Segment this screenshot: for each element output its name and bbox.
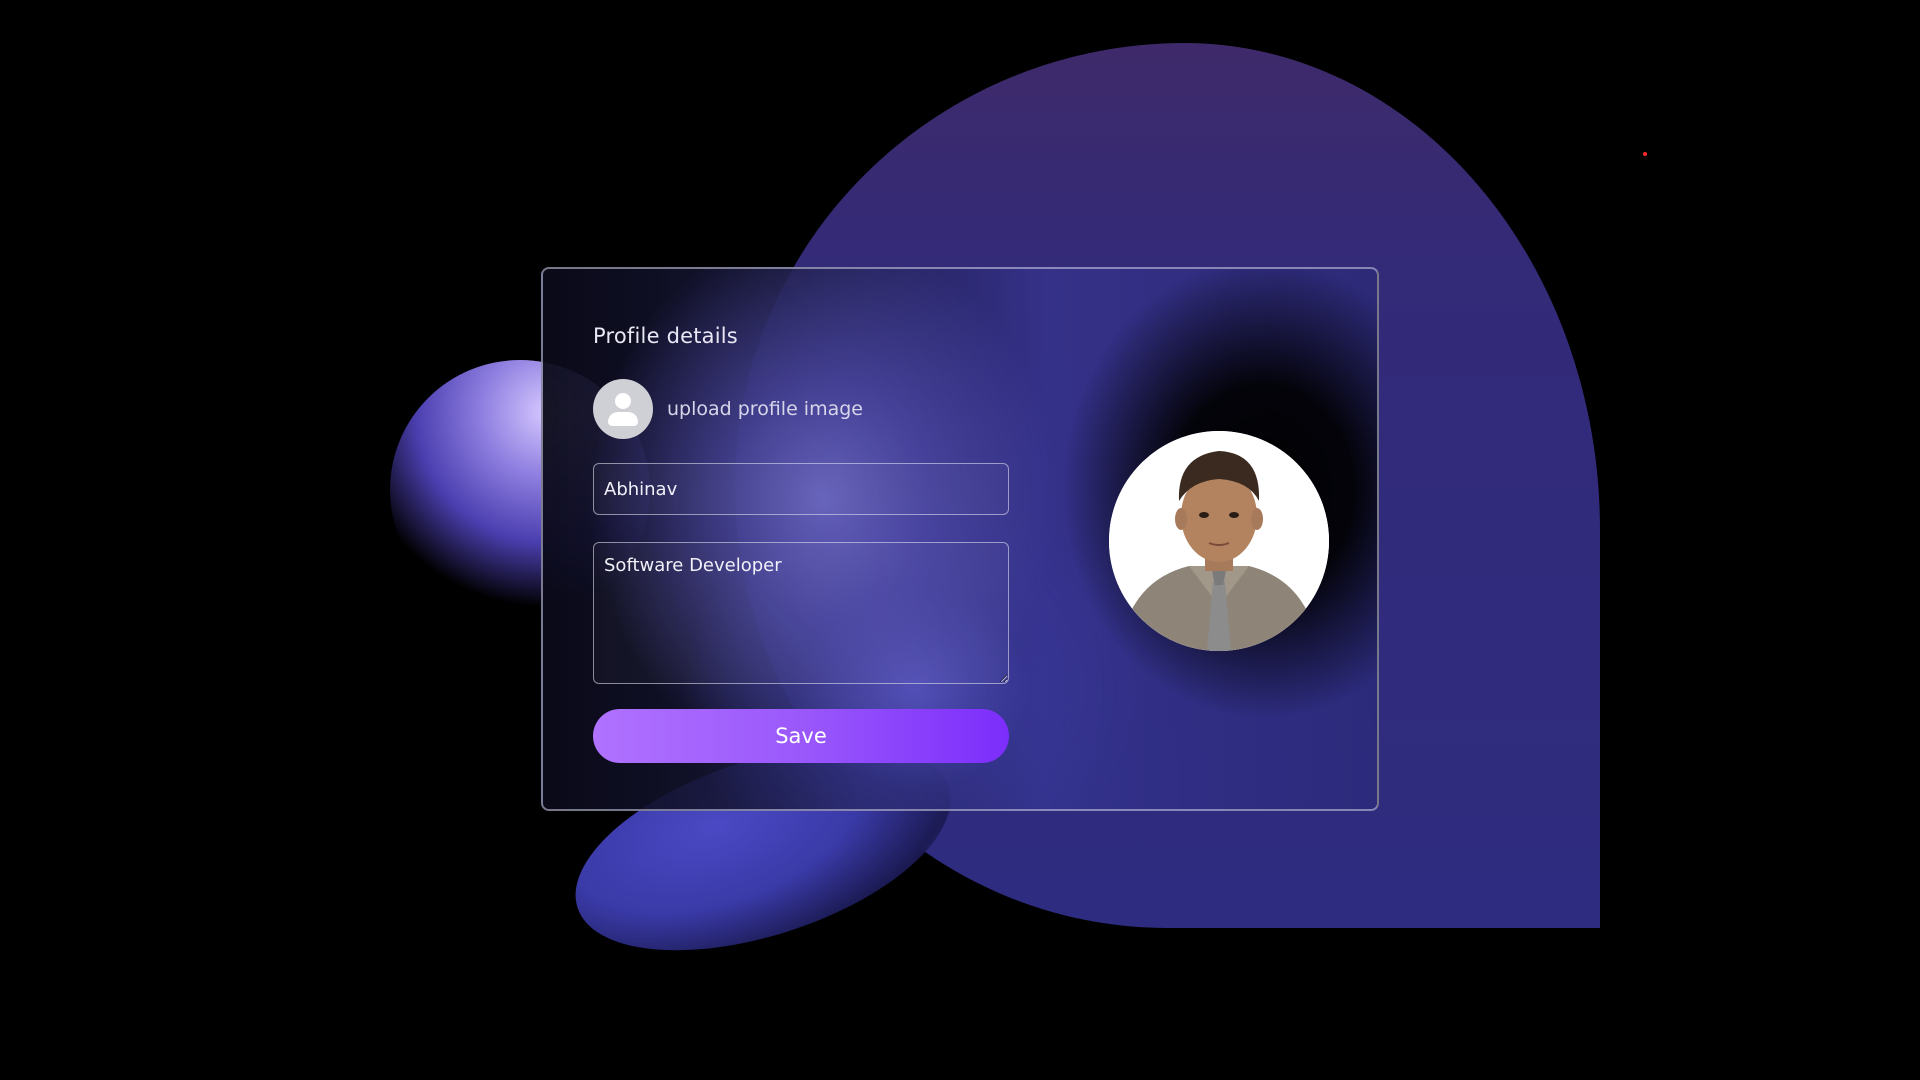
profile-photo-illustration xyxy=(1109,431,1329,651)
user-avatar-icon[interactable] xyxy=(593,379,653,439)
red-dot xyxy=(1643,152,1647,156)
upload-profile-image-label[interactable]: upload profile image xyxy=(667,398,863,420)
profile-photo xyxy=(1109,431,1329,651)
page-background: Profile details upload profile image Sof… xyxy=(0,0,1920,1080)
save-button[interactable]: Save xyxy=(593,709,1009,763)
upload-profile-image-button[interactable]: upload profile image xyxy=(593,379,863,439)
card-title: Profile details xyxy=(593,324,738,348)
avatar-head-shape xyxy=(615,393,631,409)
profile-card: Profile details upload profile image Sof… xyxy=(541,267,1379,811)
avatar-body-shape xyxy=(608,412,638,426)
bio-textarea[interactable]: Software Developer xyxy=(593,542,1009,684)
name-input[interactable] xyxy=(593,463,1009,515)
